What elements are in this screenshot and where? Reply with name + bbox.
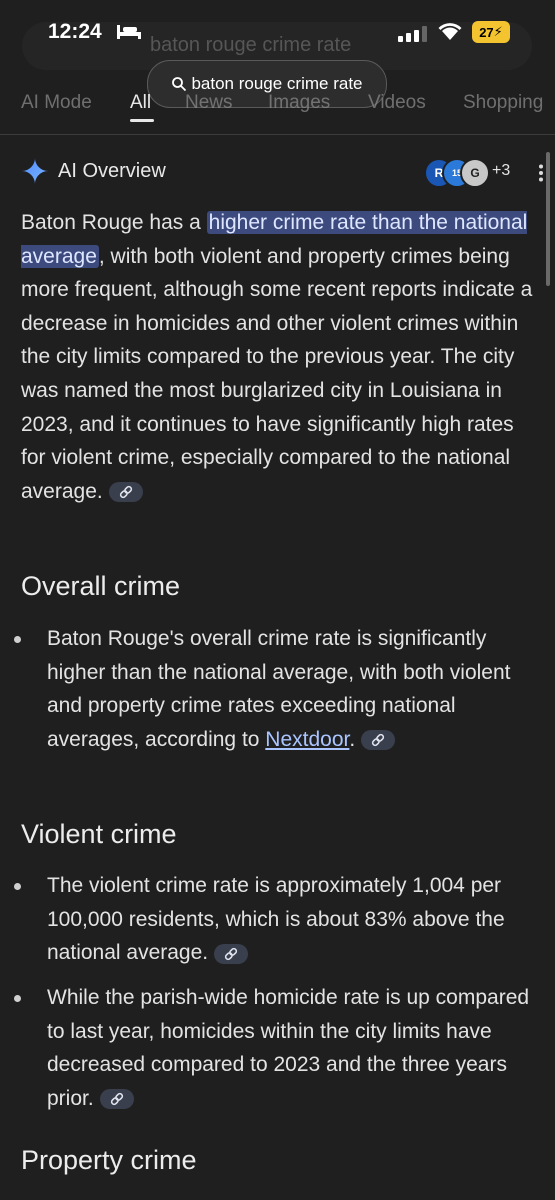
gemini-sparkle-icon [22, 158, 48, 184]
tab-all[interactable]: All [130, 92, 151, 114]
section-heading-violent-crime: Violent crime [21, 819, 177, 849]
header-divider [0, 134, 555, 135]
list-item-text: While the parish-wide homicide rate is u… [47, 981, 537, 1115]
cellular-signal-icon [398, 26, 427, 42]
link-icon [110, 1093, 123, 1106]
more-sources-count[interactable]: +3 [492, 162, 510, 180]
citation-link-button[interactable] [361, 730, 396, 751]
bullet-dot [14, 995, 21, 1002]
sleep-focus-icon [117, 25, 141, 39]
nextdoor-link[interactable]: Nextdoor [265, 728, 349, 751]
search-tabs: AI Mode All News Images Videos Shopping [0, 88, 555, 126]
search-bar-ghost-text: baton rouge crime rate [150, 34, 352, 56]
bullet-text-end: . [349, 727, 356, 751]
intro-text-after: , with both violent and property crimes … [21, 244, 533, 503]
ai-overview-title: AI Overview [58, 160, 166, 182]
intro-text-before: Baton Rouge has a [21, 211, 207, 234]
citation-link-button[interactable] [214, 943, 249, 964]
bullet-text: The violent crime rate is approximately … [47, 874, 505, 965]
tab-ai-mode[interactable]: AI Mode [21, 92, 92, 114]
tab-videos[interactable]: Videos [368, 92, 426, 114]
status-time: 12:24 [48, 20, 102, 43]
citation-link-button[interactable] [99, 1089, 134, 1110]
wifi-icon [438, 23, 462, 40]
ai-overview-header: AI Overview R 15 G +3 [22, 156, 543, 188]
tab-images[interactable]: Images [268, 92, 330, 114]
source-avatar[interactable]: G [460, 158, 490, 188]
citation-link-button[interactable] [108, 482, 143, 503]
more-options-icon[interactable] [538, 164, 544, 182]
tab-shopping[interactable]: Shopping [463, 92, 543, 114]
link-icon [224, 947, 238, 960]
section-heading-property-crime: Property crime [21, 1145, 197, 1175]
ai-overview-intro: Baton Rouge has a higher crime rate than… [21, 206, 536, 508]
battery-level: 27 [479, 24, 494, 40]
link-icon [119, 486, 132, 499]
tab-news[interactable]: News [185, 92, 233, 114]
list-item-text: The violent crime rate is approximately … [47, 869, 537, 970]
section-heading-overall-crime: Overall crime [21, 571, 181, 601]
bullet-dot [14, 636, 21, 643]
link-icon [372, 734, 385, 747]
top-bar: baton rouge crime rate 12:24 27 ⚡ baton r… [0, 0, 555, 134]
bullet-dot [14, 883, 21, 890]
list-item-text: Baton Rouge's overall crime rate is sign… [47, 622, 537, 756]
battery-indicator: 27 ⚡ [472, 21, 510, 43]
source-avatars[interactable]: R 15 G [402, 156, 492, 188]
scrollbar[interactable] [546, 152, 550, 286]
active-tab-indicator [130, 119, 154, 122]
